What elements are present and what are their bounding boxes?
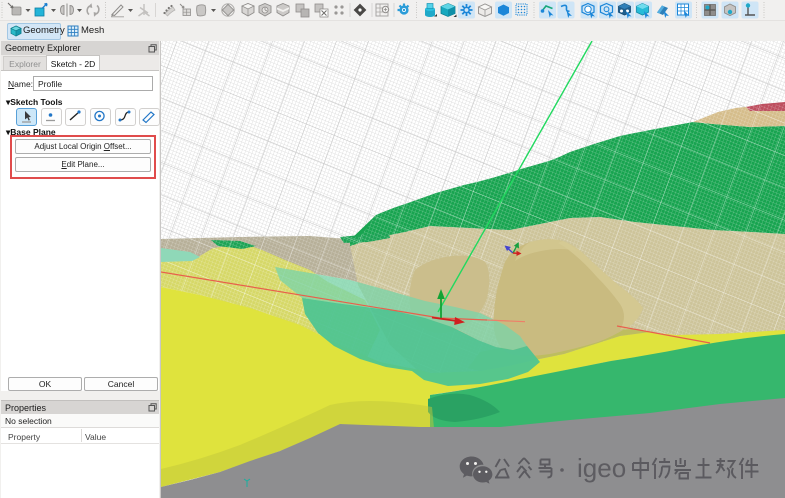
svg-text:igeo: igeo <box>577 453 626 483</box>
